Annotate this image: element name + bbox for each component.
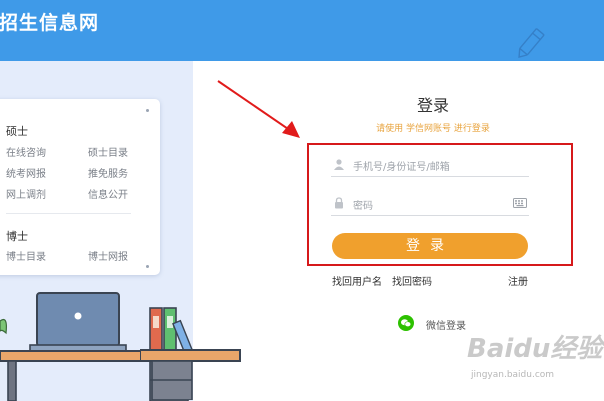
login-button[interactable]: 登录 (332, 233, 528, 259)
pencil-icon (518, 28, 545, 58)
username-field[interactable]: 手机号/身份证号/邮箱 (331, 154, 529, 177)
card-dot (146, 109, 149, 112)
doctor-section-title: 博士 (6, 230, 28, 243)
lock-icon (335, 197, 343, 209)
degree-links-card: 硕士 在线咨询 硕士目录 统考网报 推免服务 网上调剂 信息公开 博士 博士目录… (0, 99, 160, 275)
link-online-adjust[interactable]: 网上调剂 (6, 186, 46, 201)
link-recommend-service[interactable]: 推免服务 (88, 165, 128, 180)
master-section-title: 硕士 (6, 125, 28, 138)
link-doctor-catalog[interactable]: 博士目录 (6, 248, 46, 263)
link-info-public[interactable]: 信息公开 (88, 186, 128, 201)
card-divider (6, 213, 131, 214)
login-subtitle: 请使用 学信网账号 进行登录 (376, 124, 490, 134)
wechat-icon[interactable] (398, 315, 414, 331)
link-online-consult[interactable]: 在线咨询 (6, 144, 46, 159)
link-master-catalog[interactable]: 硕士目录 (88, 144, 128, 159)
link-exam-register[interactable]: 统考网报 (6, 165, 46, 180)
user-icon (334, 159, 344, 170)
find-username-link[interactable]: 找回用户名 (332, 273, 382, 288)
find-password-link[interactable]: 找回密码 (392, 273, 432, 288)
baidu-watermark: Baidu经验 jingyan.baidu.com (463, 328, 603, 398)
link-doctor-register[interactable]: 博士网报 (88, 248, 128, 263)
annotation-arrow (217, 80, 300, 138)
password-placeholder: 密码 (353, 201, 373, 212)
watermark-url: jingyan.baidu.com (471, 370, 555, 380)
wechat-login-link[interactable]: 微信登录 (426, 317, 466, 332)
keyboard-icon[interactable] (513, 198, 527, 208)
username-placeholder: 手机号/身份证号/邮箱 (353, 162, 450, 173)
login-title: 登录 (416, 96, 449, 115)
books-illustration (140, 307, 241, 400)
password-field[interactable]: 密码 (331, 193, 529, 216)
watermark-brand: Baidu经验 (467, 334, 603, 364)
header-bar: 招生信息网 (0, 0, 604, 61)
site-title: 招生信息网 (0, 12, 100, 34)
register-link[interactable]: 注册 (508, 273, 528, 288)
